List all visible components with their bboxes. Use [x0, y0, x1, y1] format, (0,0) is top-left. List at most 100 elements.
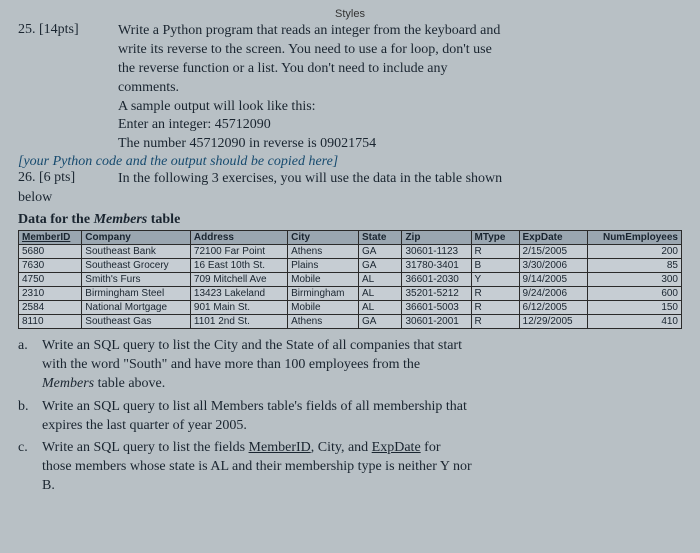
- cell-mtype: R: [471, 245, 519, 259]
- sub-b-l2: expires the last quarter of year 2005.: [42, 417, 682, 436]
- cell-numemployees: 410: [588, 315, 682, 329]
- sub-a: a. Write an SQL query to list the City a…: [18, 337, 682, 394]
- cell-city: Plains: [288, 259, 359, 273]
- cell-state: GA: [359, 315, 402, 329]
- cell-mtype: R: [471, 315, 519, 329]
- sub-a-l1: Write an SQL query to list the City and …: [42, 337, 682, 356]
- table-row: 4750 Smith's Furs 709 Mitchell Ave Mobil…: [19, 273, 682, 287]
- cell-state: AL: [359, 301, 402, 315]
- table-row: 5680 Southeast Bank 72100 Far Point Athe…: [19, 245, 682, 259]
- cell-memberid: 4750: [19, 273, 82, 287]
- cell-company: Birmingham Steel: [82, 287, 191, 301]
- sub-a-body: Write an SQL query to list the City and …: [42, 337, 682, 394]
- cell-zip: 35201-5212: [402, 287, 471, 301]
- header-memberid: MemberID: [19, 231, 82, 245]
- cell-expdate: 9/24/2006: [519, 287, 588, 301]
- sub-c: c. Write an SQL query to list the fields…: [18, 439, 682, 496]
- sub-questions: a. Write an SQL query to list the City a…: [18, 337, 682, 496]
- q25-number: 25. [14pts]: [18, 22, 118, 38]
- sub-c-l1: Write an SQL query to list the fields Me…: [42, 439, 682, 458]
- q26-body: In the following 3 exercises, you will u…: [118, 170, 682, 189]
- cell-expdate: 2/15/2005: [519, 245, 588, 259]
- table-row: 2584 National Mortgage 901 Main St. Mobi…: [19, 301, 682, 315]
- q26-number: 26. [6 pts]: [18, 170, 118, 186]
- table-header-row: MemberID Company Address City State Zip …: [19, 231, 682, 245]
- q26-below: below: [18, 189, 682, 208]
- sub-c-field-expdate: ExpDate: [372, 440, 421, 455]
- cell-mtype: R: [471, 301, 519, 315]
- sub-b-l1: Write an SQL query to list all Members t…: [42, 398, 682, 417]
- cell-mtype: Y: [471, 273, 519, 287]
- q25-line-5: A sample output will look like this:: [118, 98, 682, 117]
- header-state: State: [359, 231, 402, 245]
- cell-address: 709 Mitchell Ave: [190, 273, 287, 287]
- cell-expdate: 6/12/2005: [519, 301, 588, 315]
- heading-post: table: [147, 212, 180, 227]
- sub-c-field-memberid: MemberID: [249, 440, 311, 455]
- table-row: 8110 Southeast Gas 1101 2nd St. Athens G…: [19, 315, 682, 329]
- header-city: City: [288, 231, 359, 245]
- sub-a-label: a.: [18, 337, 42, 356]
- sub-a-l2: with the word "South" and have more than…: [42, 356, 682, 375]
- sub-b-body: Write an SQL query to list all Members t…: [42, 398, 682, 436]
- cell-address: 72100 Far Point: [190, 245, 287, 259]
- cell-address: 16 East 10th St.: [190, 259, 287, 273]
- sub-a-l3-rest: table above.: [94, 376, 165, 391]
- q25-body: Write a Python program that reads an int…: [118, 22, 682, 154]
- cell-city: Mobile: [288, 273, 359, 287]
- cell-expdate: 12/29/2005: [519, 315, 588, 329]
- cell-city: Athens: [288, 245, 359, 259]
- q25-copy-note: [your Python code and the output should …: [18, 154, 682, 170]
- q25-line-7: The number 45712090 in reverse is 090217…: [118, 135, 682, 154]
- cell-state: AL: [359, 287, 402, 301]
- cell-memberid: 7630: [19, 259, 82, 273]
- cell-numemployees: 200: [588, 245, 682, 259]
- sub-c-body: Write an SQL query to list the fields Me…: [42, 439, 682, 496]
- cell-zip: 36601-5003: [402, 301, 471, 315]
- sub-c-label: c.: [18, 439, 42, 458]
- table-row: 7630 Southeast Grocery 16 East 10th St. …: [19, 259, 682, 273]
- cell-state: GA: [359, 245, 402, 259]
- sub-a-l3-tbl: Members: [42, 376, 94, 391]
- sub-c-l2: those members whose state is AL and thei…: [42, 458, 682, 477]
- cell-zip: 30601-1123: [402, 245, 471, 259]
- q26-line-1: In the following 3 exercises, you will u…: [118, 170, 682, 189]
- question-26: 26. [6 pts] In the following 3 exercises…: [18, 170, 682, 189]
- cell-city: Athens: [288, 315, 359, 329]
- header-numemployees: NumEmployees: [588, 231, 682, 245]
- q25-line-6: Enter an integer: 45712090: [118, 116, 682, 135]
- sub-b: b. Write an SQL query to list all Member…: [18, 398, 682, 436]
- cell-address: 1101 2nd St.: [190, 315, 287, 329]
- question-25: 25. [14pts] Write a Python program that …: [18, 22, 682, 154]
- header-zip: Zip: [402, 231, 471, 245]
- cell-address: 13423 Lakeland: [190, 287, 287, 301]
- sub-a-l3: Members table above.: [42, 375, 682, 394]
- table-row: 2310 Birmingham Steel 13423 Lakeland Bir…: [19, 287, 682, 301]
- cell-zip: 36601-2030: [402, 273, 471, 287]
- cell-expdate: 3/30/2006: [519, 259, 588, 273]
- cell-zip: 30601-2001: [402, 315, 471, 329]
- cell-company: Southeast Grocery: [82, 259, 191, 273]
- header-address: Address: [190, 231, 287, 245]
- members-table: MemberID Company Address City State Zip …: [18, 230, 682, 329]
- cell-company: National Mortgage: [82, 301, 191, 315]
- cell-state: GA: [359, 259, 402, 273]
- cell-numemployees: 300: [588, 273, 682, 287]
- cell-memberid: 5680: [19, 245, 82, 259]
- cell-state: AL: [359, 273, 402, 287]
- cell-numemployees: 150: [588, 301, 682, 315]
- header-mtype: MType: [471, 231, 519, 245]
- cell-memberid: 2584: [19, 301, 82, 315]
- sub-c-l3: B.: [42, 477, 682, 496]
- cell-numemployees: 600: [588, 287, 682, 301]
- cell-company: Southeast Gas: [82, 315, 191, 329]
- sub-c-l1a: Write an SQL query to list the fields: [42, 440, 249, 455]
- q25-line-3: the reverse function or a list. You don'…: [118, 60, 682, 79]
- header-company: Company: [82, 231, 191, 245]
- cell-numemployees: 85: [588, 259, 682, 273]
- members-table-heading: Data for the Members table: [18, 212, 682, 228]
- cell-city: Mobile: [288, 301, 359, 315]
- heading-table-name: Members: [94, 212, 148, 227]
- q25-line-4: comments.: [118, 79, 682, 98]
- cell-mtype: B: [471, 259, 519, 273]
